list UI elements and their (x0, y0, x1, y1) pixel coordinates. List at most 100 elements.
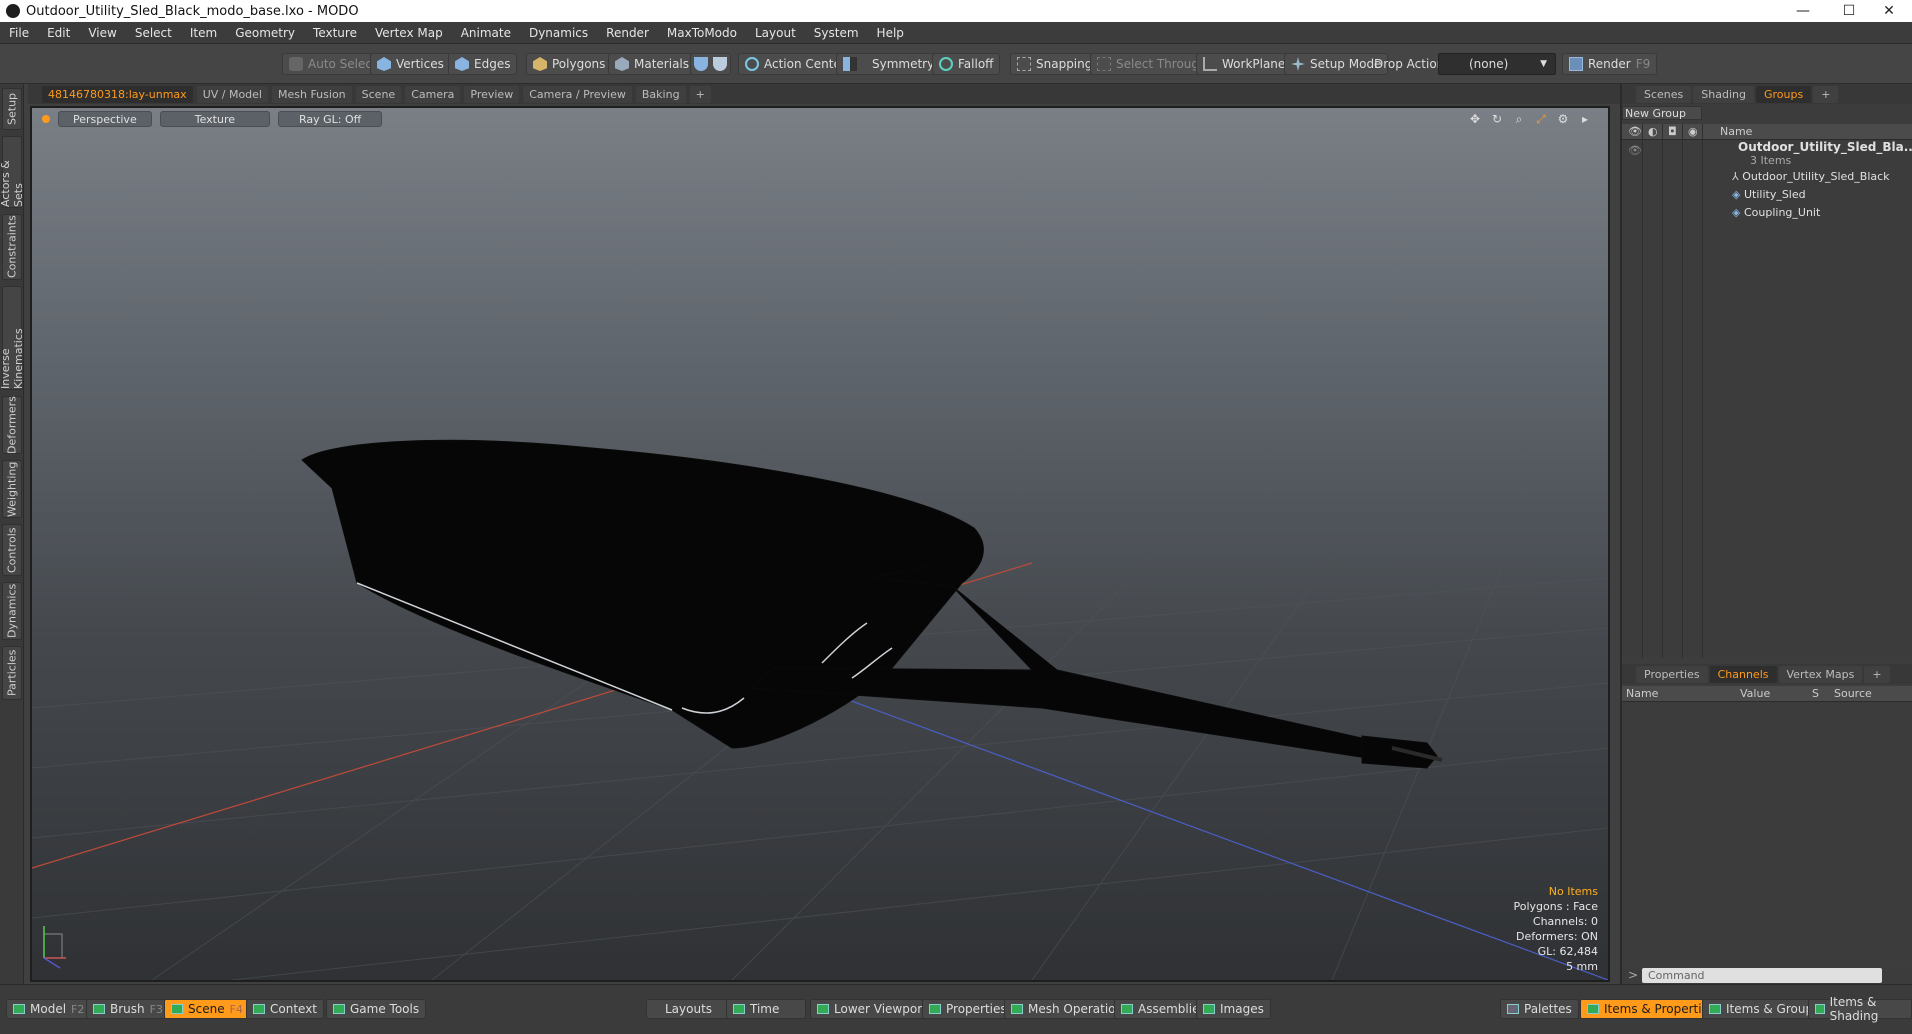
add-tab-button[interactable]: + (689, 85, 711, 103)
palettes-button[interactable]: Palettes (1500, 999, 1579, 1019)
raygl-button[interactable]: Ray GL: Off (278, 111, 383, 127)
channel-s-header[interactable]: S (1812, 687, 1819, 700)
rotate-icon[interactable]: ↻ (1490, 112, 1504, 126)
time-button[interactable]: Time (726, 999, 806, 1019)
command-input[interactable]: Command (1642, 967, 1882, 983)
context-layout-button[interactable]: Context (246, 999, 325, 1019)
group-root-item[interactable]: Outdoor_Utility_Sled_Bla... (1738, 140, 1912, 154)
edges-button[interactable]: Edges (448, 53, 518, 75)
side-tab-actors-sets[interactable]: Actors & Sets (0, 136, 25, 208)
pan-icon[interactable]: ✥ (1468, 112, 1482, 126)
symmetry-button[interactable]: Symmetry (836, 53, 942, 75)
images-button[interactable]: Images (1196, 999, 1271, 1019)
tab-properties[interactable]: Properties (1636, 665, 1708, 683)
chevron-down-icon: ▼ (1540, 59, 1547, 69)
menu-file[interactable]: File (0, 26, 38, 40)
properties-button[interactable]: Properties (922, 999, 1014, 1019)
side-tab-controls[interactable]: Controls (2, 524, 22, 576)
tab-uv-model[interactable]: UV / Model (196, 85, 268, 103)
tab-preview[interactable]: Preview (464, 85, 520, 103)
add-panel-tab-button[interactable]: + (1813, 85, 1839, 103)
menu-maxtomodo[interactable]: MaxToModo (658, 26, 746, 40)
gear-icon[interactable]: ⚙ (1556, 112, 1570, 126)
expand-arrow-icon[interactable]: ▸ (1578, 112, 1592, 126)
tab-vertex-maps[interactable]: Vertex Maps (1778, 665, 1863, 683)
menu-texture[interactable]: Texture (304, 26, 366, 40)
menu-geometry[interactable]: Geometry (226, 26, 304, 40)
tab-shading[interactable]: Shading (1693, 85, 1754, 103)
model-layout-button[interactable]: Model F2 (6, 999, 92, 1019)
tab-groups[interactable]: Groups (1755, 85, 1812, 103)
setup-mode-button[interactable]: Setup Mode (1284, 53, 1389, 75)
tab-camera[interactable]: Camera (405, 85, 461, 103)
texture-button[interactable]: Texture (159, 111, 270, 127)
tab-lay-unmax[interactable]: 48146780318:lay-unmax (42, 85, 193, 103)
info-gl: GL: 62,484 (1537, 945, 1598, 958)
render-button[interactable]: Render F9 (1562, 53, 1658, 75)
side-tab-particles[interactable]: Particles (2, 646, 22, 700)
side-tab-deformers[interactable]: Deformers (2, 396, 22, 454)
side-tab-setup[interactable]: Setup (2, 88, 22, 130)
symmetry-icon (843, 57, 857, 71)
game-tools-layout-button[interactable]: Game Tools (326, 999, 427, 1019)
side-tab-constraints[interactable]: Constraints (2, 214, 22, 280)
workplane-button[interactable]: WorkPlane (1196, 53, 1293, 75)
side-tab-inverse-kinematics[interactable]: Inverse Kinematics (0, 286, 25, 390)
brush-layout-button[interactable]: Brush F3 (86, 999, 170, 1019)
close-button[interactable]: ✕ (1866, 0, 1912, 22)
tab-baking[interactable]: Baking (635, 85, 686, 103)
zoom-icon[interactable]: ⌕ (1512, 112, 1526, 126)
tree-item-outdoor-utility-sled-black[interactable]: ⅄ Outdoor_Utility_Sled_Black (1732, 170, 1890, 183)
edges-icon (455, 57, 469, 71)
layouts-button[interactable]: Layouts (646, 999, 732, 1019)
menu-select[interactable]: Select (126, 26, 181, 40)
menu-edit[interactable]: Edit (38, 26, 79, 40)
3d-viewport[interactable]: Perspective Texture Ray GL: Off ✥ ↻ ⌕ ⤢ … (30, 106, 1610, 982)
channel-source-header[interactable]: Source (1834, 687, 1872, 700)
menu-help[interactable]: Help (868, 26, 913, 40)
vertices-button[interactable]: Vertices (370, 53, 451, 75)
new-group-button[interactable]: New Group (1622, 106, 1702, 120)
materials-button[interactable]: Materials (608, 53, 697, 75)
menu-vertex-map[interactable]: Vertex Map (366, 26, 452, 40)
name-column-header[interactable]: Name (1720, 125, 1752, 138)
side-tab-weighting[interactable]: Weighting (2, 460, 22, 518)
group-visibility-toggle[interactable]: 👁 (1628, 144, 1642, 157)
select-mode-button[interactable] (690, 53, 731, 75)
menu-render[interactable]: Render (597, 26, 658, 40)
axis-gizmo (43, 926, 66, 969)
tab-scenes[interactable]: Scenes (1636, 85, 1692, 103)
lower-viewports-button[interactable]: Lower Viewports (810, 999, 941, 1019)
channel-name-header[interactable]: Name (1626, 687, 1658, 700)
menu-layout[interactable]: Layout (746, 26, 805, 40)
menu-animate[interactable]: Animate (452, 26, 520, 40)
minimize-button[interactable]: — (1780, 0, 1826, 22)
tab-channels[interactable]: Channels (1709, 665, 1777, 683)
workplane-icon (1203, 57, 1217, 71)
drop-action-select[interactable]: (none) ▼ (1438, 53, 1556, 75)
add-channel-tab-button[interactable]: + (1864, 665, 1890, 683)
snapping-button[interactable]: Snapping (1010, 53, 1100, 75)
items-shading-button[interactable]: Items & Shading (1808, 995, 1912, 1023)
menu-view[interactable]: View (79, 26, 125, 40)
tab-camera-preview[interactable]: Camera / Preview (523, 85, 632, 103)
polygons-button[interactable]: Polygons (526, 53, 613, 75)
channel-value-header[interactable]: Value (1740, 687, 1770, 700)
auto-select-button[interactable]: Auto Select (282, 53, 384, 75)
perspective-button[interactable]: Perspective (58, 111, 152, 127)
info-scale: 5 mm (1566, 960, 1598, 973)
menu-system[interactable]: System (805, 26, 868, 40)
side-tab-dynamics[interactable]: Dynamics (2, 582, 22, 640)
falloff-button[interactable]: Falloff (932, 53, 1001, 75)
tree-item-coupling-unit[interactable]: ◈ Coupling_Unit (1732, 206, 1820, 219)
layout-icon (13, 1004, 25, 1014)
fit-icon[interactable]: ⤢ (1534, 112, 1548, 126)
menu-item[interactable]: Item (181, 26, 226, 40)
scene-layout-button[interactable]: Scene F4 (164, 999, 250, 1019)
tab-scene[interactable]: Scene (355, 85, 402, 103)
menu-dynamics[interactable]: Dynamics (520, 26, 597, 40)
tab-mesh-fusion[interactable]: Mesh Fusion (272, 85, 352, 103)
tree-item-utility-sled[interactable]: ◈ Utility_Sled (1732, 188, 1806, 201)
items-properties-button[interactable]: Items & Properties (1580, 999, 1723, 1019)
viewport-menu-dot[interactable] (42, 115, 50, 123)
